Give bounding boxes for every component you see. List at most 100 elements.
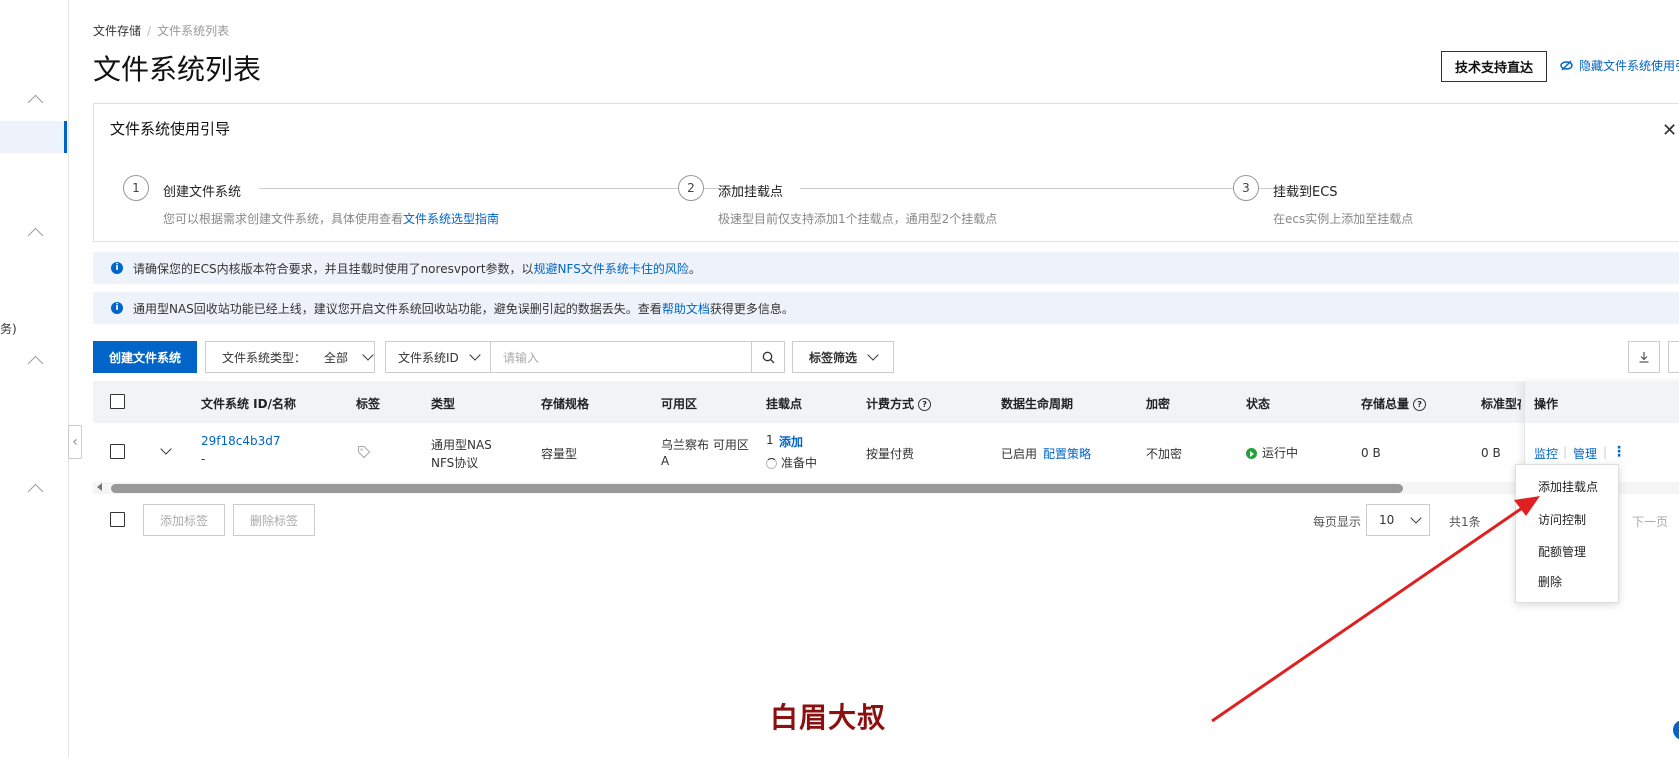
- download-icon: [1639, 352, 1649, 363]
- column-header-encrypt: 加密: [1146, 397, 1171, 411]
- more-actions-icon[interactable]: ⋮: [1612, 444, 1626, 460]
- chevron-down-icon: [469, 349, 481, 361]
- chevron-up-icon[interactable]: [27, 94, 44, 111]
- create-filesystem-button[interactable]: 创建文件系统: [93, 341, 197, 373]
- notice-banner-ecs: i 请确保您的ECS内核版本符合要求，并且挂载时使用了noresvport参数，…: [93, 252, 1679, 284]
- add-tag-button[interactable]: 添加标签: [143, 504, 225, 536]
- info-icon: i: [111, 302, 123, 314]
- selection-guide-link[interactable]: 文件系统选型指南: [403, 212, 499, 226]
- chevron-down-icon: [362, 349, 374, 361]
- step-2-desc: 极速型目前仅支持添加1个挂载点，通用型2个挂载点: [718, 212, 998, 226]
- sidebar-collapse-handle[interactable]: ‹: [68, 425, 82, 459]
- column-header-id-name: 文件系统 ID/名称: [201, 397, 296, 411]
- breadcrumb-parent[interactable]: 文件存储: [93, 24, 141, 38]
- mount-status-label: 准备中: [781, 456, 818, 470]
- configure-policy-link[interactable]: 配置策略: [1043, 445, 1091, 462]
- notice-suffix: 。: [688, 261, 701, 276]
- search-input[interactable]: 请输入: [490, 341, 752, 373]
- step-1-number: 1: [123, 175, 149, 201]
- filesystem-type-select[interactable]: 文件系统类型： 全部: [205, 341, 375, 373]
- add-mount-link[interactable]: 添加: [779, 433, 803, 450]
- filesystem-id-link[interactable]: 29f18c4b3d7: [201, 434, 281, 448]
- chevron-up-icon[interactable]: [27, 355, 44, 372]
- menu-item-access-control[interactable]: 访问控制: [1538, 511, 1586, 528]
- breadcrumb-current: 文件系统列表: [157, 24, 230, 38]
- hide-guide-link[interactable]: 隐藏文件系统使用引: [1560, 57, 1679, 74]
- menu-item-quota[interactable]: 配额管理: [1538, 543, 1586, 560]
- column-header-standard: 标准型存: [1481, 397, 1521, 411]
- monitor-link[interactable]: 监控: [1534, 445, 1558, 462]
- settings-button[interactable]: [1668, 341, 1679, 373]
- remove-tag-button[interactable]: 删除标签: [233, 504, 315, 536]
- storage-total: 0 B: [1361, 446, 1381, 460]
- scroll-left-icon[interactable]: [97, 483, 102, 491]
- step-2-number: 2: [678, 175, 704, 201]
- chevron-down-icon: [867, 349, 879, 361]
- tag-filter-button[interactable]: 标签筛选: [792, 341, 894, 373]
- chevron-up-icon[interactable]: [27, 227, 44, 244]
- column-header-ops: 操作: [1534, 397, 1559, 411]
- column-header-status: 状态: [1246, 397, 1271, 411]
- loading-icon: [766, 458, 777, 469]
- encryption: 不加密: [1146, 447, 1183, 461]
- footer-select-all-checkbox[interactable]: [110, 512, 125, 527]
- column-header-type: 类型: [431, 397, 456, 411]
- op-divider: |: [1603, 445, 1608, 459]
- scrollbar-thumb[interactable]: [111, 484, 1403, 493]
- type-line1: 通用型NAS: [431, 438, 492, 452]
- next-page-button[interactable]: 下一页: [1632, 513, 1668, 530]
- billing-header-label: 计费方式: [866, 397, 915, 411]
- row-checkbox[interactable]: [110, 444, 125, 459]
- menu-item-add-mount[interactable]: 添加挂载点: [1538, 478, 1598, 495]
- chevron-down-icon: [1410, 512, 1422, 524]
- help-doc-link[interactable]: 帮助文档: [662, 300, 710, 317]
- filesystem-id-select[interactable]: 文件系统ID: [385, 341, 491, 373]
- breadcrumb-separator: /: [147, 24, 152, 38]
- breadcrumb: 文件存储 / 文件系统列表: [93, 22, 229, 39]
- support-button[interactable]: 技术支持直达: [1441, 51, 1547, 82]
- status-label: 运行中: [1262, 446, 1299, 460]
- tag-icon[interactable]: [357, 445, 371, 459]
- search-icon: [762, 351, 774, 363]
- column-header-tag: 标签: [356, 397, 381, 411]
- help-icon[interactable]: ?: [1413, 398, 1427, 411]
- page-size-select[interactable]: 10: [1366, 504, 1430, 536]
- search-button[interactable]: [751, 341, 785, 373]
- watermark: 白眉大叔: [770, 701, 887, 734]
- column-header-zone: 可用区: [661, 397, 698, 411]
- download-button[interactable]: [1628, 341, 1660, 373]
- standard-storage: 0 B: [1481, 446, 1501, 460]
- storage-spec: 容量型: [541, 447, 578, 461]
- menu-item-delete[interactable]: 删除: [1538, 573, 1562, 590]
- step-1-title: 创建文件系统: [163, 185, 242, 200]
- floating-help-icon[interactable]: [1673, 720, 1679, 740]
- sidebar-partial-text[interactable]: 务): [0, 320, 17, 337]
- notice-suffix: 获得更多信息。: [709, 301, 794, 316]
- type-filter-label: 文件系统类型：: [222, 350, 307, 365]
- column-header-lifecycle: 数据生命周期: [1001, 397, 1074, 411]
- total-header-label: 存储总量: [1361, 397, 1410, 411]
- close-icon[interactable]: ✕: [1662, 120, 1677, 141]
- total-count: 共1条: [1449, 515, 1481, 529]
- filesystem-name: -: [201, 452, 206, 466]
- step-3-title: 挂载到ECS: [1273, 185, 1338, 200]
- eye-off-icon: [1560, 60, 1573, 71]
- sidebar-active-item[interactable]: [0, 121, 67, 153]
- page-title: 文件系统列表: [93, 53, 262, 86]
- chevron-up-icon[interactable]: [27, 483, 44, 500]
- manage-link[interactable]: 管理: [1573, 445, 1597, 462]
- help-icon[interactable]: ?: [918, 398, 932, 411]
- running-icon: [1246, 448, 1257, 459]
- page-size-value: 10: [1379, 513, 1395, 527]
- notice-link[interactable]: 规避NFS文件系统卡住的风险: [534, 260, 689, 277]
- guide-title: 文件系统使用引导: [110, 120, 231, 138]
- notice-text: 请确保您的ECS内核版本符合要求，并且挂载时使用了noresvport参数，以: [133, 261, 534, 276]
- tag-filter-label: 标签筛选: [809, 350, 858, 365]
- step-3-number: 3: [1233, 175, 1259, 201]
- more-actions-menu: 添加挂载点 访问控制 配额管理 删除: [1515, 464, 1619, 603]
- select-all-checkbox[interactable]: [110, 394, 125, 409]
- mount-count: 1: [766, 433, 774, 447]
- step-2-title: 添加挂载点: [718, 185, 784, 200]
- page-size-label: 每页显示: [1313, 515, 1362, 529]
- column-header-mount: 挂载点: [766, 397, 803, 411]
